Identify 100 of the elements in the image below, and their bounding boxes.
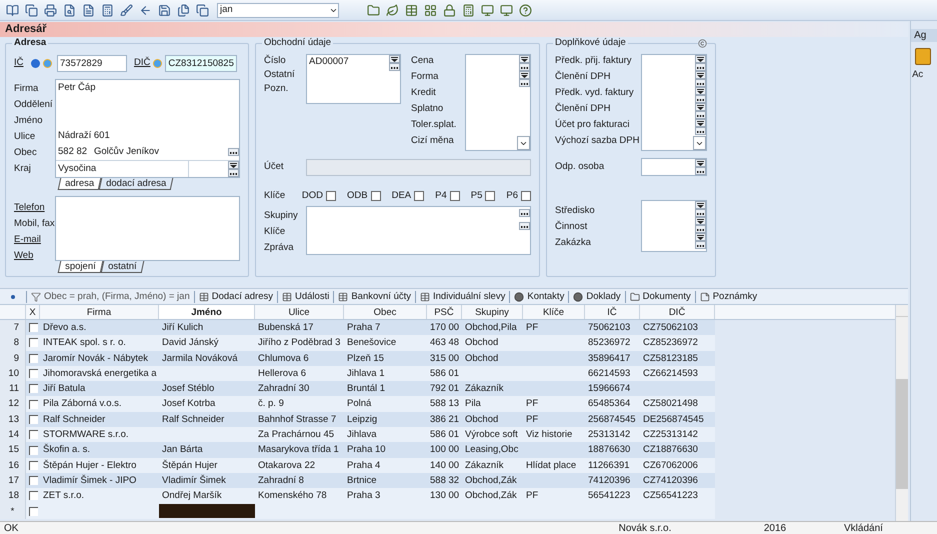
detail-tab[interactable]: Doklady (568, 290, 625, 302)
person-field[interactable] (640, 158, 707, 176)
ellipsis-button[interactable] (695, 79, 706, 87)
form-tab[interactable]: dodací adresa (98, 178, 174, 190)
ellipsis-button[interactable] (695, 241, 706, 249)
dropdown-button[interactable] (695, 233, 706, 241)
checkbox[interactable] (28, 430, 38, 440)
dropdown-button[interactable] (695, 217, 706, 225)
copy-icon[interactable] (23, 2, 39, 18)
grid-icon[interactable] (422, 2, 438, 18)
field-value[interactable]: Nádraží 601 (58, 130, 110, 141)
ellipsis-button[interactable] (228, 169, 239, 177)
files-icon[interactable] (175, 2, 191, 18)
dropdown-button[interactable] (695, 119, 706, 127)
dropdown-button[interactable] (519, 71, 530, 79)
table-icon[interactable] (403, 2, 419, 18)
checkbox[interactable] (28, 491, 38, 500)
checkbox[interactable] (28, 369, 38, 378)
lock-icon[interactable] (441, 2, 457, 18)
contact-link[interactable]: Web (14, 249, 55, 265)
checkbox[interactable] (414, 191, 424, 201)
ellipsis-button[interactable] (519, 79, 530, 87)
centre-box[interactable] (640, 200, 707, 252)
checkbox[interactable] (28, 460, 38, 470)
printer-icon[interactable] (42, 2, 58, 18)
ellipsis-button[interactable] (519, 222, 530, 230)
form-tab[interactable]: adresa (58, 178, 102, 190)
detail-tab[interactable]: Dodací adresy (194, 290, 277, 302)
save-icon[interactable] (156, 2, 172, 18)
checkbox[interactable] (521, 191, 531, 201)
vertical-scrollbar[interactable] (895, 305, 908, 521)
detail-tab[interactable]: Dokumenty (624, 290, 695, 302)
dropdown-button[interactable] (695, 55, 706, 63)
detail-tab[interactable]: Obec = prah, (Firma, Jméno) = jan (26, 290, 194, 302)
brush-icon[interactable] (118, 2, 134, 18)
checkbox[interactable] (28, 384, 38, 394)
dropdown-button[interactable] (695, 87, 706, 95)
ellipsis-button[interactable] (228, 148, 239, 156)
column-header[interactable]: DIČ (640, 305, 715, 319)
city-value[interactable]: Golčův Jeníkov (92, 144, 228, 160)
dropdown-button[interactable] (517, 136, 530, 150)
dropdown-button[interactable] (695, 103, 706, 111)
checkbox[interactable] (326, 191, 336, 201)
ellipsis-button[interactable] (389, 63, 400, 71)
checkbox[interactable] (28, 323, 38, 332)
dropdown-button[interactable] (228, 161, 239, 169)
detail-tab[interactable]: Kontakty (509, 290, 568, 302)
checkbox[interactable] (28, 414, 38, 424)
field-value[interactable]: AD00007 (309, 55, 349, 103)
monitor-icon[interactable] (479, 2, 495, 18)
contact-link[interactable]: Telefon (14, 201, 55, 217)
detail-tab[interactable]: Poznámky (694, 290, 762, 302)
checkbox[interactable] (450, 191, 460, 201)
column-header[interactable]: Jméno (159, 305, 255, 319)
column-header[interactable]: Ulice (255, 305, 344, 319)
checkbox[interactable] (370, 191, 381, 201)
checkbox[interactable] (485, 191, 496, 201)
checkbox[interactable] (28, 446, 38, 455)
monitor-icon[interactable] (498, 2, 514, 18)
input-field[interactable]: 73572829 (57, 54, 127, 72)
ellipsis-button[interactable] (695, 167, 706, 175)
column-header[interactable]: PSČ (427, 305, 462, 319)
ellipsis-button[interactable] (695, 127, 706, 135)
folder-icon[interactable] (365, 2, 381, 18)
ellipsis-button[interactable] (695, 111, 706, 119)
ellipsis-button[interactable] (695, 95, 706, 103)
column-header[interactable]: Klíče (523, 305, 585, 319)
dropdown-button[interactable] (519, 55, 530, 63)
zip-value[interactable]: 582 82 (56, 144, 92, 160)
detail-tab[interactable]: Události (277, 290, 334, 302)
editing-cell[interactable] (159, 504, 255, 518)
panel-label[interactable]: Ac (912, 68, 924, 82)
invoice-box[interactable] (640, 54, 707, 151)
dropdown-button[interactable] (389, 55, 400, 63)
dropdown-button[interactable] (695, 201, 706, 209)
search-combo[interactable]: jan (217, 2, 339, 18)
ellipsis-button[interactable] (695, 63, 706, 71)
region-value[interactable]: Vysočina (56, 162, 188, 176)
ellipsis-button[interactable] (695, 225, 706, 233)
checkbox[interactable] (28, 400, 38, 409)
form-tab[interactable]: ostatní (100, 261, 144, 273)
leaf-icon[interactable] (384, 2, 400, 18)
dropdown-button[interactable] (693, 136, 706, 150)
number-box[interactable]: AD00007 (306, 54, 401, 104)
checkbox[interactable] (28, 354, 38, 363)
dropdown-button[interactable] (695, 159, 706, 167)
field-value[interactable]: Petr Čáp (58, 82, 96, 93)
copy-icon[interactable] (194, 2, 210, 18)
column-header[interactable]: Obec (344, 305, 427, 319)
ellipsis-button[interactable] (519, 63, 530, 71)
checkbox[interactable] (28, 506, 38, 516)
dropdown-button[interactable] (695, 71, 706, 79)
checkbox[interactable] (28, 476, 38, 486)
checkbox[interactable] (28, 338, 38, 348)
ellipsis-button[interactable] (519, 209, 530, 217)
column-header[interactable]: IČ (585, 305, 640, 319)
ellipsis-button[interactable] (695, 209, 706, 217)
input-field[interactable]: CZ8312150825 (165, 54, 238, 72)
detail-tab[interactable]: Bankovní účty (333, 290, 415, 302)
form-tab[interactable]: spojení (58, 261, 103, 273)
